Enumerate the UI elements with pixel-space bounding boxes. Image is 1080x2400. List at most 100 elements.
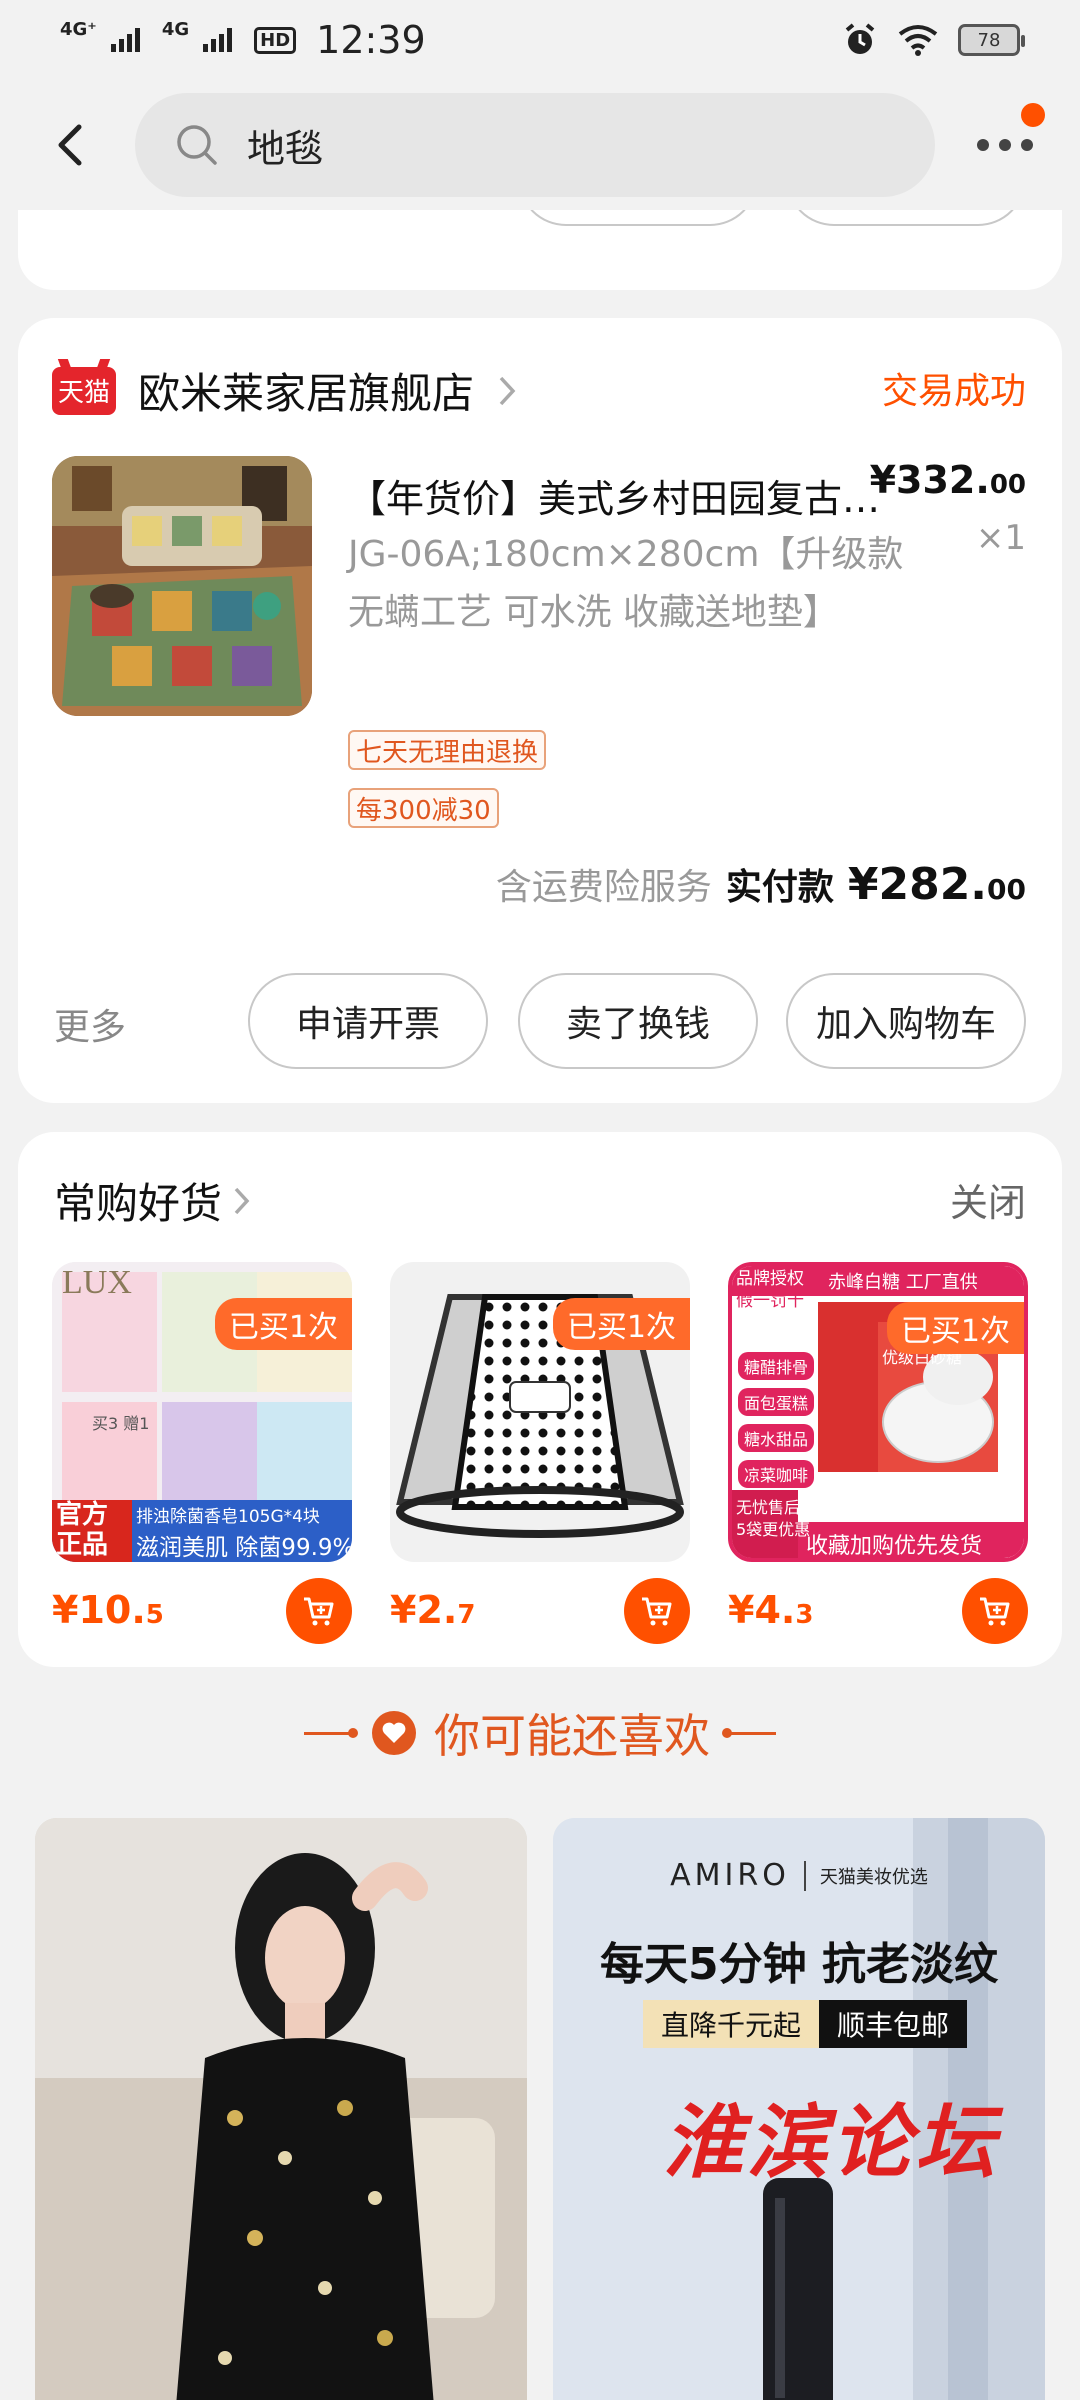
discount-tag: 每300减30 (348, 788, 499, 828)
search-icon (177, 125, 217, 165)
signal-icon (203, 28, 233, 52)
more-dots-icon (977, 139, 1033, 151)
item-price-decimal: 3 (795, 1600, 814, 1630)
product-price: ¥332.00 (870, 458, 1026, 502)
price-main: ¥332. (869, 458, 990, 502)
top-header (0, 80, 1080, 210)
decor-line-right (722, 1727, 776, 1738)
close-button[interactable]: 关闭 (950, 1172, 1026, 1227)
add-cart-button[interactable] (286, 1578, 352, 1644)
brand-auth-text-2: 假一罚十 (736, 1291, 804, 1311)
item-price: ¥10.5 (52, 1588, 164, 1632)
chevron-right-icon (499, 376, 516, 405)
bought-badge: 已买1次 (886, 1302, 1024, 1354)
add-cart-button[interactable] (624, 1578, 690, 1644)
product-image: LUX 买3 赠1 官方正品 排浊除菌香皂105G*4块 滋润美肌 除菌99.9… (52, 1262, 352, 1562)
ad-headline: 每天5分钟 抗老淡纹 (600, 1939, 998, 1990)
ad-tag-discount: 直降千元起 (643, 2000, 820, 2048)
ad-tags: 直降千元起 顺丰包邮 (643, 2000, 968, 2048)
decor-line-left (304, 1727, 358, 1738)
price-decimal: 00 (989, 470, 1026, 500)
status-bar: 4G⁺ 4G HD 12:39 78 (0, 0, 1080, 80)
search-box[interactable] (135, 93, 935, 197)
item-price-main: ¥2. (390, 1588, 458, 1632)
more-link[interactable]: 更多 (54, 998, 126, 1050)
brand-name: AMIRO (670, 1858, 790, 1893)
add-to-cart-button[interactable]: 加入购物车 (786, 973, 1026, 1069)
signal-icon (110, 28, 140, 52)
store-name: 欧米莱家居旗舰店 (138, 369, 475, 418)
sim1-label: 4G⁺ (60, 19, 97, 40)
order-card: 天猫 欧米莱家居旗舰店 交易成功 【年货价】美式乡村田园复古… JG-06A;1… (18, 318, 1062, 1103)
cart-icon (304, 1597, 334, 1626)
back-button[interactable] (35, 109, 107, 181)
frequent-item[interactable]: LUX 买3 赠1 官方正品 排浊除菌香皂105G*4块 滋润美肌 除菌99.9… (52, 1262, 352, 1644)
search-input[interactable] (247, 123, 847, 167)
official-text: 官方正品 (56, 1500, 109, 1560)
alarm-icon (845, 23, 875, 54)
paid-label: 实付款 (725, 867, 834, 908)
store-header[interactable]: 天猫 欧米莱家居旗舰店 (52, 360, 518, 421)
resell-button[interactable]: 卖了换钱 (518, 973, 758, 1069)
tmall-logo: 天猫 (52, 366, 116, 415)
recommend-card-beauty[interactable]: AMIRO 天猫美妆优选 每天5分钟 抗老淡纹 直降千元起 顺丰包邮 淮滨论坛 (553, 1818, 1045, 2400)
brand-text: LUX (62, 1264, 132, 1301)
pack-text: 买3 赠1 (92, 1414, 150, 1433)
soap-slogan-text: 滋润美肌 除菌99.9% (136, 1535, 352, 1561)
service-note: 含运费险服务 (495, 867, 712, 908)
item-price-main: ¥10. (52, 1588, 146, 1632)
hd-icon: HD (254, 26, 297, 54)
guess-title: 你可能还喜欢 (434, 1709, 710, 1763)
heart-icon (372, 1711, 416, 1755)
guess-section-header: 你可能还喜欢 (0, 1700, 1080, 1766)
item-price: ¥2.7 (390, 1588, 475, 1632)
cart-icon (980, 1597, 1010, 1626)
brand-sub: 天猫美妆优选 (819, 1866, 928, 1888)
watermark-text: 淮滨论坛 (663, 2095, 999, 2189)
product-image: 品牌授权 假一罚十 赤峰白糖 工厂直供 优级白砂糖 糖醋排骨 面包蛋糕 糖水甜品… (728, 1262, 1028, 1562)
cart-icon (642, 1597, 672, 1626)
bought-badge: 已买1次 (552, 1298, 690, 1350)
usage-item: 糖醋排骨 (738, 1352, 815, 1380)
item-price-main: ¥4. (728, 1588, 796, 1632)
paid-amount: ¥282.00 (848, 859, 1026, 910)
fashion-image (35, 1818, 527, 2400)
usage-list: 糖醋排骨 面包蛋糕 糖水甜品 凉菜咖啡 (738, 1352, 815, 1488)
invoice-button[interactable]: 申请开票 (248, 973, 488, 1069)
frequent-goods-title[interactable]: 常购好货 (54, 1170, 252, 1231)
order-status: 交易成功 (881, 371, 1026, 412)
product-sku: JG-06A;180cm×280cm【升级款 无螨工艺 可水洗 收藏送地垫】 (348, 534, 904, 633)
clock: 12:39 (316, 18, 426, 62)
product-image: 已买1次 (390, 1262, 690, 1562)
product-image[interactable] (52, 456, 312, 716)
product-title[interactable]: 【年货价】美式乡村田园复古… (348, 468, 888, 523)
sim2-label: 4G (161, 19, 190, 40)
battery-icon: 78 (958, 24, 1025, 56)
product-quantity: ×1 (975, 518, 1026, 558)
paid-main: ¥282. (847, 859, 988, 910)
item-price-decimal: 7 (457, 1600, 476, 1630)
frequent-item[interactable]: 品牌授权 假一罚十 赤峰白糖 工厂直供 优级白砂糖 糖醋排骨 面包蛋糕 糖水甜品… (728, 1262, 1028, 1644)
add-cart-button[interactable] (962, 1578, 1028, 1644)
chevron-left-icon (58, 124, 82, 166)
amiro-logo: AMIRO 天猫美妆优选 (553, 1858, 1045, 1893)
usage-item: 糖水甜品 (738, 1424, 815, 1452)
recommend-card-fashion[interactable] (35, 1818, 527, 2400)
frequent-goods-card: 常购好货 关闭 LUX 买3 赠1 官方正品 排浊除菌香皂105G*4块 滋润美… (18, 1132, 1062, 1667)
usage-item: 凉菜咖啡 (738, 1460, 815, 1488)
payment-summary: 含运费险服务 实付款 ¥282.00 (496, 858, 1026, 910)
item-price-decimal: 5 (145, 1600, 164, 1630)
aftersale-text: 无忧售后 (736, 1498, 801, 1517)
more-menu-button[interactable] (965, 103, 1045, 185)
chevron-right-icon (234, 1187, 250, 1214)
usage-item: 面包蛋糕 (738, 1388, 815, 1416)
item-price: ¥4.3 (728, 1588, 813, 1632)
priority-text: 收藏加购优先发货 (806, 1534, 983, 1559)
frequent-goods-label: 常购好货 (54, 1179, 223, 1228)
soap-desc-text: 排浊除菌香皂105G*4块 (136, 1507, 320, 1527)
frequent-item[interactable]: 已买1次 ¥2.7 (390, 1262, 690, 1644)
brand-divider (803, 1860, 806, 1891)
notification-dot (1021, 103, 1045, 127)
ad-tag-shipping: 顺丰包邮 (819, 2000, 968, 2048)
wifi-icon (898, 25, 938, 56)
